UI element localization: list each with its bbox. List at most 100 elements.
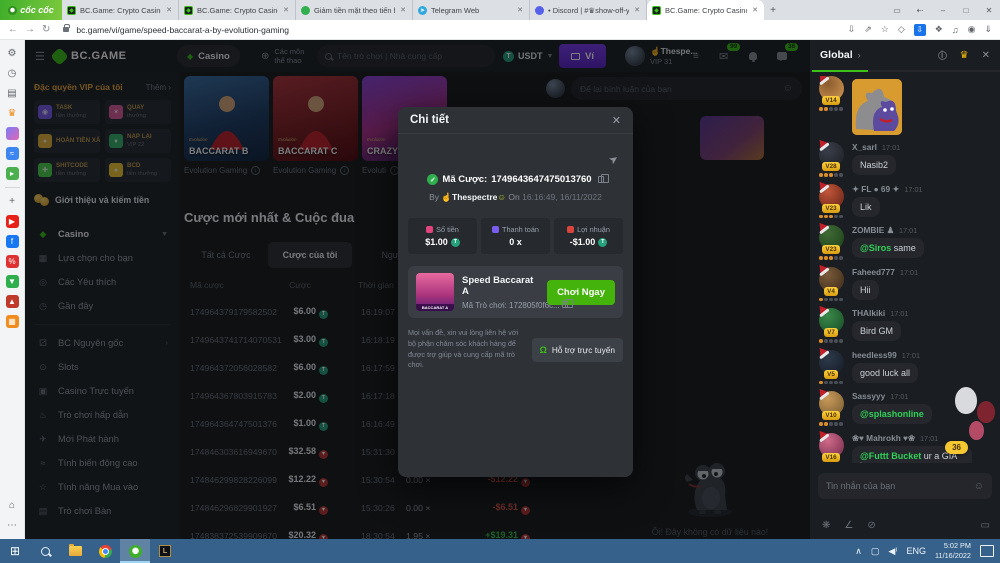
profile-icon[interactable]: ◉ bbox=[968, 24, 976, 35]
slash-command-icon[interactable]: ∠ bbox=[844, 520, 853, 531]
chrome-button[interactable] bbox=[90, 539, 120, 563]
browser-tab-bar: cốc cốc ◆BC.Game: Crypto Casino Gam✕◆BC.… bbox=[0, 0, 1000, 20]
chat-username[interactable]: ✦ FL ● 69 ✦ bbox=[852, 184, 899, 194]
coccoc-button[interactable] bbox=[120, 539, 150, 563]
tab-close-icon[interactable]: ✕ bbox=[516, 6, 524, 14]
save-page-icon[interactable]: ⇩ bbox=[848, 24, 856, 35]
promo-hat-icon[interactable]: ▲ bbox=[6, 295, 19, 308]
game-center-icon[interactable]: ▸ bbox=[6, 167, 19, 180]
rain-icon[interactable]: ❋ bbox=[822, 520, 830, 531]
extensions-icon[interactable]: ❖ bbox=[935, 24, 943, 35]
tab-scroll-icon[interactable]: ⇠ bbox=[909, 6, 931, 15]
tab-close-icon[interactable]: ✕ bbox=[282, 6, 290, 14]
browser-tab[interactable]: ◆BC.Game: Crypto Casino Gam✕ bbox=[62, 0, 179, 20]
minimize-button[interactable]: – bbox=[932, 6, 954, 15]
chat-username[interactable]: heedless99 bbox=[852, 350, 897, 360]
bet-author[interactable]: ☝Thespectre bbox=[441, 192, 497, 202]
new-tab-button[interactable]: + bbox=[764, 0, 782, 20]
tab-close-icon[interactable]: ✕ bbox=[165, 6, 173, 14]
chat-username[interactable]: ❀♥ Mahrokh ♥❀ bbox=[852, 433, 915, 443]
youtube-icon[interactable]: ▶ bbox=[6, 215, 19, 228]
star-dot bbox=[819, 173, 823, 177]
history-icon[interactable]: ◷ bbox=[6, 67, 19, 80]
url-text[interactable]: bc.game/vi/game/speed-baccarat-a-by-evol… bbox=[76, 25, 840, 35]
messenger-icon[interactable] bbox=[6, 127, 19, 140]
cart-icon[interactable]: ▦ bbox=[6, 315, 19, 328]
chat-channel-label[interactable]: Global bbox=[820, 49, 853, 61]
browser-tab[interactable]: • Discord | #♛show-off-you✕ bbox=[530, 0, 647, 20]
reading-list-icon[interactable]: ▤ bbox=[6, 87, 19, 100]
chat-rules-icon[interactable]: ▭ bbox=[981, 520, 990, 531]
chat-username[interactable]: X_sarl bbox=[852, 142, 877, 152]
bookmark-star-icon[interactable]: ☆ bbox=[881, 24, 889, 35]
file-explorer-button[interactable] bbox=[60, 539, 90, 563]
tab-close-icon[interactable]: ✕ bbox=[751, 6, 759, 14]
chat-image-attachment[interactable] bbox=[852, 79, 902, 135]
chat-close-icon[interactable]: ✕ bbox=[982, 50, 990, 61]
volume-icon[interactable]: ◀⁾ bbox=[888, 546, 897, 557]
chat-input-box[interactable]: ☺ bbox=[818, 473, 992, 499]
copy-bet-id-icon[interactable] bbox=[598, 176, 604, 183]
add-icon[interactable]: + bbox=[6, 195, 19, 208]
rail-bell-icon[interactable]: ⌂ bbox=[6, 499, 19, 512]
sale-icon[interactable]: % bbox=[6, 255, 19, 268]
live-support-button[interactable]: Ω Hỗ trợ trực tuyến bbox=[532, 338, 623, 362]
padlock-icon[interactable] bbox=[63, 27, 69, 32]
network-icon[interactable]: ▢ bbox=[871, 546, 880, 557]
trophy-icon[interactable]: ♛ bbox=[960, 50, 969, 61]
share-bet-icon[interactable]: ➤ bbox=[606, 152, 621, 168]
close-window-button[interactable]: ✕ bbox=[978, 6, 1000, 15]
start-button[interactable]: ⊞ bbox=[0, 539, 30, 563]
reload-icon[interactable]: ↻ bbox=[42, 24, 50, 35]
chat-username[interactable]: Sassyyy bbox=[852, 391, 885, 401]
chat-emoji-icon[interactable]: ☺ bbox=[974, 481, 984, 492]
play-now-button[interactable]: Chơi Ngay bbox=[547, 280, 615, 305]
taskbar-search-button[interactable] bbox=[30, 539, 60, 563]
chat-info-icon[interactable]: i bbox=[938, 51, 947, 60]
browser-tab[interactable]: ➤Telegram Web✕ bbox=[413, 0, 530, 20]
copy-game-id-icon[interactable] bbox=[562, 301, 568, 308]
browser-tab[interactable]: ◆BC.Game: Crypto Casino Gam✕ bbox=[647, 0, 764, 20]
browser-tab[interactable]: ◆BC.Game: Crypto Casino Gam✕ bbox=[179, 0, 296, 20]
chat-username[interactable]: THAIkiki bbox=[852, 308, 885, 318]
chat-username[interactable]: Faheed777 bbox=[852, 267, 895, 277]
tab-close-icon[interactable]: ✕ bbox=[399, 6, 407, 14]
tab-close-icon[interactable]: ✕ bbox=[633, 6, 641, 14]
more-dots-icon[interactable]: ⋯ bbox=[6, 519, 19, 532]
shop-bag-icon[interactable]: ▼ bbox=[6, 275, 19, 288]
crown-icon[interactable]: ♛ bbox=[6, 107, 19, 120]
back-icon[interactable]: ← bbox=[8, 24, 18, 35]
modal-close-icon[interactable]: ✕ bbox=[612, 114, 621, 127]
media-icon[interactable]: ♫ bbox=[952, 25, 959, 35]
share-icon[interactable]: ⇗ bbox=[864, 24, 872, 35]
maximize-button[interactable]: □ bbox=[955, 6, 977, 15]
clock[interactable]: 5:02 PM 11/16/2022 bbox=[935, 541, 971, 561]
tray-expand-icon[interactable]: ∧ bbox=[855, 546, 862, 557]
facebook-icon[interactable]: f bbox=[6, 235, 19, 248]
forward-icon[interactable]: → bbox=[25, 24, 35, 35]
chat-input[interactable] bbox=[826, 481, 969, 491]
mention-link[interactable]: @splashonline bbox=[860, 409, 924, 419]
coccoc-brand[interactable]: cốc cốc bbox=[0, 0, 62, 20]
gif-icon[interactable]: ⊘ bbox=[867, 520, 875, 531]
tab-search-icon[interactable]: ▭ bbox=[886, 6, 908, 15]
chevron-right-icon[interactable]: › bbox=[858, 50, 925, 60]
browser-tab[interactable]: Giảm tiền mặt theo tiến hóa!✕ bbox=[296, 0, 413, 20]
adblock-shield-icon[interactable]: ◇ bbox=[898, 24, 905, 35]
profit-icon bbox=[567, 226, 574, 233]
chat-message: V23ZOMBIE ♟17:01@Siros same bbox=[816, 225, 996, 260]
mention-link[interactable]: @Siros bbox=[860, 243, 891, 253]
santa-hat-icon bbox=[816, 303, 828, 315]
chat-username[interactable]: ZOMBIE ♟ bbox=[852, 225, 894, 235]
chat-timestamp: 17:01 bbox=[890, 392, 908, 401]
downloads-tray-icon[interactable]: ⇓ bbox=[984, 24, 992, 35]
mention-link[interactable]: @Futtt Bucket bbox=[860, 451, 921, 461]
league-of-legends-button[interactable]: L bbox=[150, 539, 180, 563]
reaction-count-badge[interactable]: 36 bbox=[945, 441, 968, 454]
download-active-icon[interactable]: ⇩ bbox=[914, 24, 926, 36]
language-indicator[interactable]: ENG bbox=[907, 546, 927, 556]
chat-app-icon[interactable]: ≈ bbox=[6, 147, 19, 160]
action-center-icon[interactable] bbox=[980, 545, 994, 557]
settings-icon[interactable]: ⚙ bbox=[6, 47, 19, 60]
game-thumbnail[interactable]: BACCARAT A bbox=[416, 273, 454, 311]
